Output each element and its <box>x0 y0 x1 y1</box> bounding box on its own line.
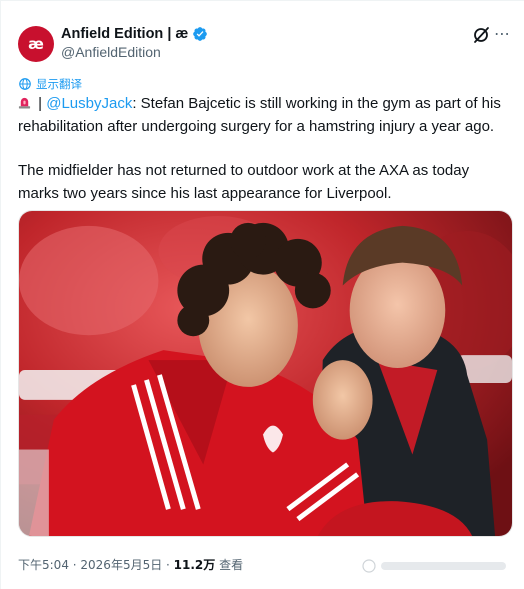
more-options-icon[interactable]: ⋯ <box>494 24 511 44</box>
post-date[interactable]: 2026年5月5日 <box>80 558 162 572</box>
tweet-text: | @LusbyJack: Stefan Bajcetic is still w… <box>18 93 514 205</box>
handle[interactable]: @AnfieldEdition <box>61 44 161 60</box>
tweet-paragraph-1: | @LusbyJack: Stefan Bajcetic is still w… <box>18 93 514 138</box>
translate-globe-icon <box>19 78 31 90</box>
mention-link[interactable]: @LusbyJack <box>46 95 132 112</box>
meta-dot-2: · <box>162 558 174 572</box>
meta-dot: · <box>68 558 81 572</box>
grok-icon[interactable] <box>471 25 491 45</box>
avatar-text: æ <box>28 35 44 53</box>
tweet-card: æ Anfield Edition | æ @AnfieldEdition ⋯ … <box>0 0 524 589</box>
verified-badge-icon <box>193 27 208 41</box>
display-name-row[interactable]: Anfield Edition | æ <box>61 26 208 42</box>
separator: | <box>34 95 47 112</box>
views-count: 11.2万 <box>173 558 216 572</box>
tweet-photo[interactable] <box>18 210 513 537</box>
translate-link[interactable]: 显示翻译 <box>18 76 82 92</box>
watermark <box>362 559 506 573</box>
tweet-meta: 下午5:04 · 2026年5月5日 · 11.2万 查看 <box>18 556 243 573</box>
tweet-photo-image <box>19 211 512 536</box>
post-time[interactable]: 下午5:04 <box>18 558 69 572</box>
police-siren-emoji-icon <box>18 97 31 109</box>
views-label: 查看 <box>215 558 244 572</box>
translate-label: 显示翻译 <box>36 77 82 91</box>
avatar[interactable]: æ <box>18 26 54 62</box>
display-name[interactable]: Anfield Edition | æ <box>61 26 188 42</box>
tweet-paragraph-2: The midfielder has not returned to outdo… <box>18 162 470 202</box>
divider <box>1 0 524 1</box>
